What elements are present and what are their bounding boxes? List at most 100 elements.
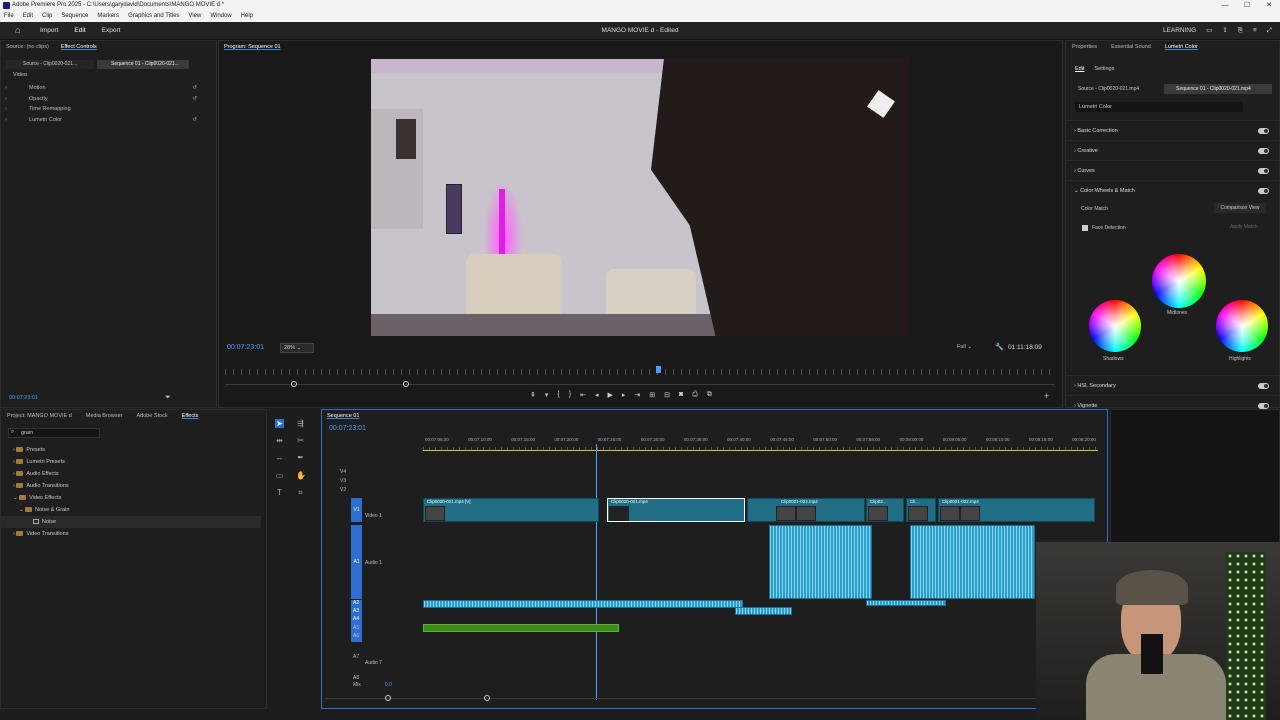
workspaces-icon[interactable]: ▭: [1206, 22, 1212, 40]
caption-tool-icon[interactable]: ⌗: [296, 488, 305, 497]
tab-export[interactable]: Export: [102, 22, 121, 42]
audio-clip-a5-music[interactable]: [423, 624, 619, 632]
menu-sequence[interactable]: Sequence: [61, 11, 88, 22]
tab-source[interactable]: Source: (no clips): [6, 41, 49, 53]
clip-v1-4[interactable]: Clip02...: [866, 498, 904, 522]
track-v4[interactable]: V4: [340, 469, 346, 475]
maximize-button[interactable]: ☐: [1236, 0, 1258, 11]
track-a8[interactable]: A8: [353, 675, 359, 681]
menu-file[interactable]: File: [4, 11, 14, 22]
tab-project[interactable]: Project: MANGO MOVIE d: [7, 410, 72, 422]
audio-clip-a1-2[interactable]: [910, 525, 1035, 599]
zoom-handle-right[interactable]: [403, 381, 409, 387]
insert-icon[interactable]: ⊞: [649, 391, 655, 399]
tab-effects[interactable]: Effects: [182, 410, 199, 422]
overwrite-icon[interactable]: ⊟: [664, 391, 670, 399]
midtones-wheel[interactable]: [1152, 254, 1206, 308]
slip-tool-icon[interactable]: ↔: [275, 453, 284, 462]
wrench-icon[interactable]: 🔧: [995, 343, 1004, 351]
subtab-settings[interactable]: Settings: [1094, 66, 1114, 72]
clip-v1-2-selected[interactable]: Clip0020-021.mp4: [607, 498, 745, 522]
menu-clip[interactable]: Clip: [42, 11, 52, 22]
rectangle-tool-icon[interactable]: ▭: [275, 471, 284, 480]
effect-opacity[interactable]: › Opacity ↺: [1, 94, 211, 105]
quality-select[interactable]: Full ⌄: [957, 343, 985, 353]
program-ruler[interactable]: [225, 369, 1055, 375]
track-a4[interactable]: A4: [353, 616, 359, 622]
goto-out-icon[interactable]: ⇥: [634, 391, 640, 399]
track-a5[interactable]: A5: [353, 625, 359, 631]
tree-audio-transitions[interactable]: › Audio Transitions: [1, 480, 261, 492]
track-a3[interactable]: A3: [353, 608, 359, 614]
toggle-icon[interactable]: [1258, 148, 1269, 154]
clip-v1-5[interactable]: Cli...: [906, 498, 936, 522]
tree-noise-grain[interactable]: ⌄ Noise & Grain: [1, 504, 261, 516]
source-clip-label[interactable]: Source - Clip0020-021...: [5, 60, 93, 69]
hand-tool-icon[interactable]: ✋: [296, 471, 306, 480]
lumetri-preset-dropdown[interactable]: Lumetri Color: [1075, 102, 1243, 112]
close-button[interactable]: ✕: [1258, 0, 1280, 11]
lumetri-source-label[interactable]: Source - Clip0020-021.mp4: [1078, 86, 1139, 92]
track-a1[interactable]: A1: [351, 525, 362, 599]
tab-sequence[interactable]: Sequence 01: [327, 410, 359, 422]
quick-export-icon[interactable]: ⇪: [1222, 22, 1227, 40]
step-forward-icon[interactable]: ▸: [622, 391, 626, 399]
menu-graphics[interactable]: Graphics and Titles: [128, 11, 179, 22]
tab-edit[interactable]: Edit: [74, 22, 86, 42]
tab-import[interactable]: Import: [40, 22, 58, 42]
camera-icon[interactable]: ◙: [679, 391, 683, 399]
face-detection-checkbox[interactable]: [1082, 225, 1088, 231]
razor-tool-icon[interactable]: ✂: [296, 436, 305, 445]
section-basic-correction[interactable]: › Basic Correction: [1066, 120, 1279, 140]
toggle-icon[interactable]: [1258, 128, 1269, 134]
type-tool-icon[interactable]: T: [275, 488, 284, 497]
tab-adobe-stock[interactable]: Adobe Stock: [136, 410, 167, 422]
export-frame-icon[interactable]: ⎙: [692, 391, 698, 399]
track-a2[interactable]: A2: [353, 600, 359, 606]
program-playhead[interactable]: [656, 366, 661, 373]
selection-tool-icon[interactable]: ➤: [275, 419, 284, 428]
tab-properties[interactable]: Properties: [1072, 41, 1097, 53]
highlights-wheel[interactable]: [1216, 300, 1268, 352]
share-icon[interactable]: ⎘: [1238, 22, 1243, 40]
ec-timecode[interactable]: 00:07:23:01: [9, 395, 38, 401]
play-icon[interactable]: ▶: [607, 391, 612, 399]
mark-in-icon[interactable]: {: [557, 391, 559, 399]
effects-search-input[interactable]: grain: [8, 428, 100, 438]
zoom-handle-left[interactable]: [291, 381, 297, 387]
section-color-wheels[interactable]: ⌄ Color Wheels & Match: [1066, 180, 1279, 200]
timeline-zoom-handle-left[interactable]: [385, 695, 391, 701]
mix-value[interactable]: 0.0: [385, 682, 392, 688]
tree-video-transitions[interactable]: › Video Transitions: [1, 528, 261, 540]
fullscreen-icon[interactable]: ⤢: [1267, 22, 1272, 40]
track-a7[interactable]: A7: [353, 654, 359, 660]
timeline-zoom-handle-right[interactable]: [484, 695, 490, 701]
shadows-wheel[interactable]: [1089, 300, 1141, 352]
section-creative[interactable]: › Creative: [1066, 140, 1279, 160]
menu-edit[interactable]: Edit: [23, 11, 33, 22]
reset-icon[interactable]: ↺: [192, 83, 197, 94]
effect-motion[interactable]: › Motion ↺: [1, 83, 211, 94]
menu-window[interactable]: Window: [210, 11, 231, 22]
zoom-select[interactable]: 28% ⌄: [280, 343, 314, 353]
lumetri-sequence-label[interactable]: Sequence 01 - Clip0020-021.mp4: [1164, 84, 1272, 94]
subtab-edit[interactable]: Edit: [1075, 66, 1084, 72]
track-v2[interactable]: V2: [340, 487, 346, 493]
compare-icon[interactable]: ⧉: [707, 391, 712, 399]
track-a6[interactable]: A6: [353, 633, 359, 639]
toggle-icon[interactable]: [1258, 188, 1269, 194]
tab-effect-controls[interactable]: Effect Controls: [61, 41, 97, 53]
tab-media-browser[interactable]: Media Browser: [86, 410, 123, 422]
sequence-clip-label[interactable]: Sequence 01 - Clip0020-021...: [97, 60, 189, 69]
section-hsl-secondary[interactable]: › HSL Secondary: [1066, 375, 1279, 395]
comparison-view-button[interactable]: Comparison View: [1214, 203, 1266, 213]
ripple-edit-icon[interactable]: ⇹: [275, 436, 284, 445]
clip-v1-1[interactable]: Clip0020-021.mp4 [V]: [423, 498, 599, 522]
timeline-timecode[interactable]: 00:07:23:01: [329, 425, 366, 432]
menu-view[interactable]: View: [188, 11, 201, 22]
toggle-icon[interactable]: [1258, 168, 1269, 174]
section-curves[interactable]: › Curves: [1066, 160, 1279, 180]
pen-tool-icon[interactable]: ✒: [296, 453, 305, 462]
track-v3[interactable]: V3: [340, 478, 346, 484]
track-v1[interactable]: V1: [351, 498, 362, 522]
